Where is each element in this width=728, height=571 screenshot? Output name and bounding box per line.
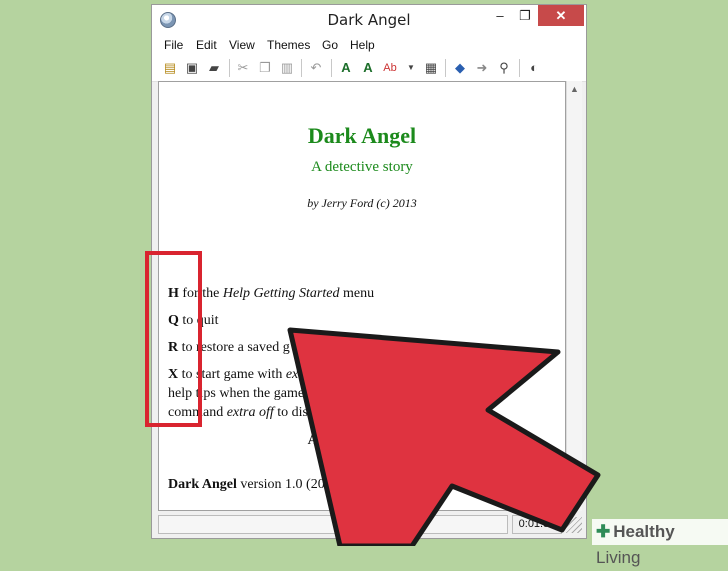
watermark-brand: Living	[596, 548, 641, 567]
pointer-arrow	[287, 327, 601, 546]
watermark-brand-bold: Healthy	[613, 522, 675, 541]
plus-icon: ✚	[596, 522, 611, 541]
watermark: ✚ Healthy Living	[592, 519, 728, 567]
